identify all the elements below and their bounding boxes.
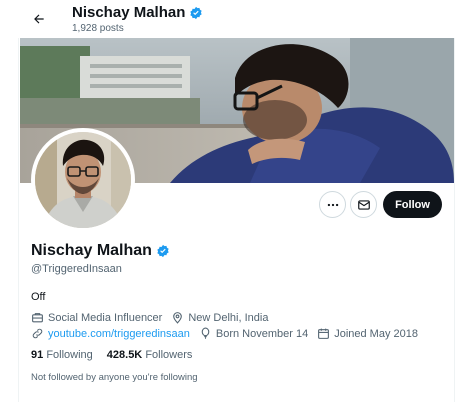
location-item: New Delhi, India	[171, 311, 268, 324]
location-label: New Delhi, India	[188, 311, 269, 324]
profile-name: Nischay Malhan	[31, 242, 170, 260]
website-link[interactable]: youtube.com/triggeredinsaan	[48, 328, 190, 340]
briefcase-icon	[32, 313, 43, 323]
following-count: 91	[31, 349, 44, 361]
location-pin-icon	[173, 312, 183, 324]
follow-button[interactable]: Follow	[383, 191, 442, 218]
category-label: Social Media Influencer	[48, 311, 163, 324]
birthday-label: Born November 14	[215, 327, 309, 340]
ellipsis-icon	[327, 203, 338, 206]
profile-header-bar: Nischay Malhan 1,928 posts	[0, 0, 474, 38]
followers-label: Followers	[145, 349, 193, 361]
avatar[interactable]	[31, 128, 135, 232]
profile-meta-row-1: Social Media Influencer New Delhi, India	[31, 311, 277, 324]
following-label: Following	[46, 349, 93, 361]
followers-count: 428.5K	[106, 349, 143, 361]
profile-bio: Off	[31, 291, 46, 303]
profile-handle: @TriggeredInsaan	[31, 263, 122, 275]
website-item[interactable]: youtube.com/triggeredinsaan	[31, 327, 190, 340]
profile-meta-row-2: youtube.com/triggeredinsaan Born Novembe…	[31, 327, 427, 340]
verified-badge-icon[interactable]	[156, 244, 170, 258]
envelope-icon	[357, 199, 370, 210]
display-name: Nischay Malhan	[31, 242, 152, 259]
category-item: Social Media Influencer	[31, 311, 162, 324]
followers-link[interactable]: 428.5K Followers	[107, 349, 193, 361]
balloon-icon	[201, 327, 210, 339]
header-name: Nischay Malhan	[72, 4, 186, 21]
joined-label: Joined May 2018	[334, 327, 418, 340]
follow-stats: 91 Following 428.5K Followers	[31, 349, 192, 361]
header-title: Nischay Malhan	[72, 4, 203, 21]
mutual-followers-note: Not followed by anyone you're following	[31, 372, 198, 383]
post-count: 1,928 posts	[72, 23, 124, 34]
verified-badge-icon	[190, 6, 203, 19]
link-icon	[32, 328, 43, 339]
back-arrow-icon[interactable]	[28, 8, 50, 30]
birthday-item: Born November 14	[199, 327, 308, 340]
calendar-icon	[318, 328, 330, 339]
joined-item: Joined May 2018	[317, 327, 418, 340]
message-button[interactable]	[350, 191, 377, 218]
more-options-button[interactable]	[319, 191, 346, 218]
following-link[interactable]: 91 Following	[31, 349, 93, 361]
